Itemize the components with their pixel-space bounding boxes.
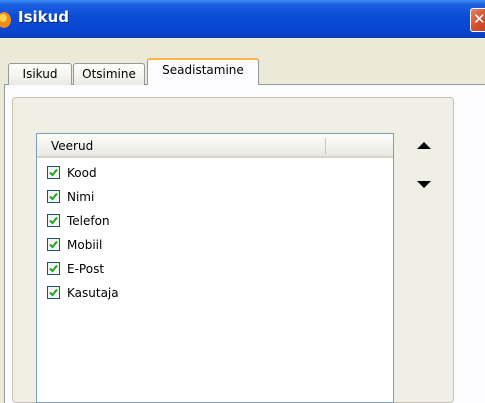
checkmark-icon — [49, 168, 58, 177]
header-separator[interactable] — [325, 138, 326, 154]
checkbox[interactable] — [47, 166, 60, 179]
close-icon: ✕ — [473, 10, 485, 28]
window-title: Isikud — [18, 8, 70, 26]
tab-label: Seadistamine — [162, 63, 244, 77]
tab-label: Otsimine — [82, 67, 136, 81]
checkbox[interactable] — [47, 238, 60, 251]
close-button[interactable]: ✕ — [470, 8, 485, 32]
tab-seadistamine[interactable]: Seadistamine — [147, 58, 259, 85]
checkmark-icon — [49, 192, 58, 201]
tab-otsimine[interactable]: Otsimine — [73, 63, 145, 85]
checkbox[interactable] — [47, 286, 60, 299]
list-item-label: Kood — [67, 166, 97, 180]
list-item-label: Mobiil — [67, 238, 103, 252]
list-item-kood[interactable]: Kood — [47, 162, 347, 186]
list-item-nimi[interactable]: Nimi — [47, 186, 347, 210]
list-item-telefon[interactable]: Telefon — [47, 210, 347, 234]
column-header-veerud: Veerud — [51, 139, 94, 153]
list-item-label: Telefon — [67, 214, 110, 228]
checkmark-icon — [49, 288, 58, 297]
triangle-up-icon[interactable] — [417, 142, 431, 149]
checkbox[interactable] — [47, 262, 60, 275]
tab-isikud[interactable]: Isikud — [8, 63, 72, 85]
list-item-kasutaja[interactable]: Kasutaja — [47, 282, 347, 306]
checkmark-icon — [49, 240, 58, 249]
app-logo-icon — [0, 12, 11, 28]
list-item-label: E-Post — [67, 262, 105, 276]
title-bar[interactable]: Isikud ✕ — [0, 0, 485, 38]
list-item-e-post[interactable]: E-Post — [47, 258, 347, 282]
triangle-down-icon[interactable] — [417, 181, 431, 188]
checkmark-icon — [49, 264, 58, 273]
tab-label: Isikud — [22, 67, 58, 81]
list-item-label: Nimi — [67, 190, 95, 204]
checkmark-icon — [49, 216, 58, 225]
list-item-mobiil[interactable]: Mobiil — [47, 234, 347, 258]
list-item-label: Kasutaja — [67, 286, 119, 300]
checkbox[interactable] — [47, 190, 60, 203]
list-header[interactable]: Veerud — [37, 134, 393, 158]
columns-list[interactable]: Veerud Kood Nimi Telefon Mobiil E-Post K… — [36, 133, 394, 403]
checkbox[interactable] — [47, 214, 60, 227]
